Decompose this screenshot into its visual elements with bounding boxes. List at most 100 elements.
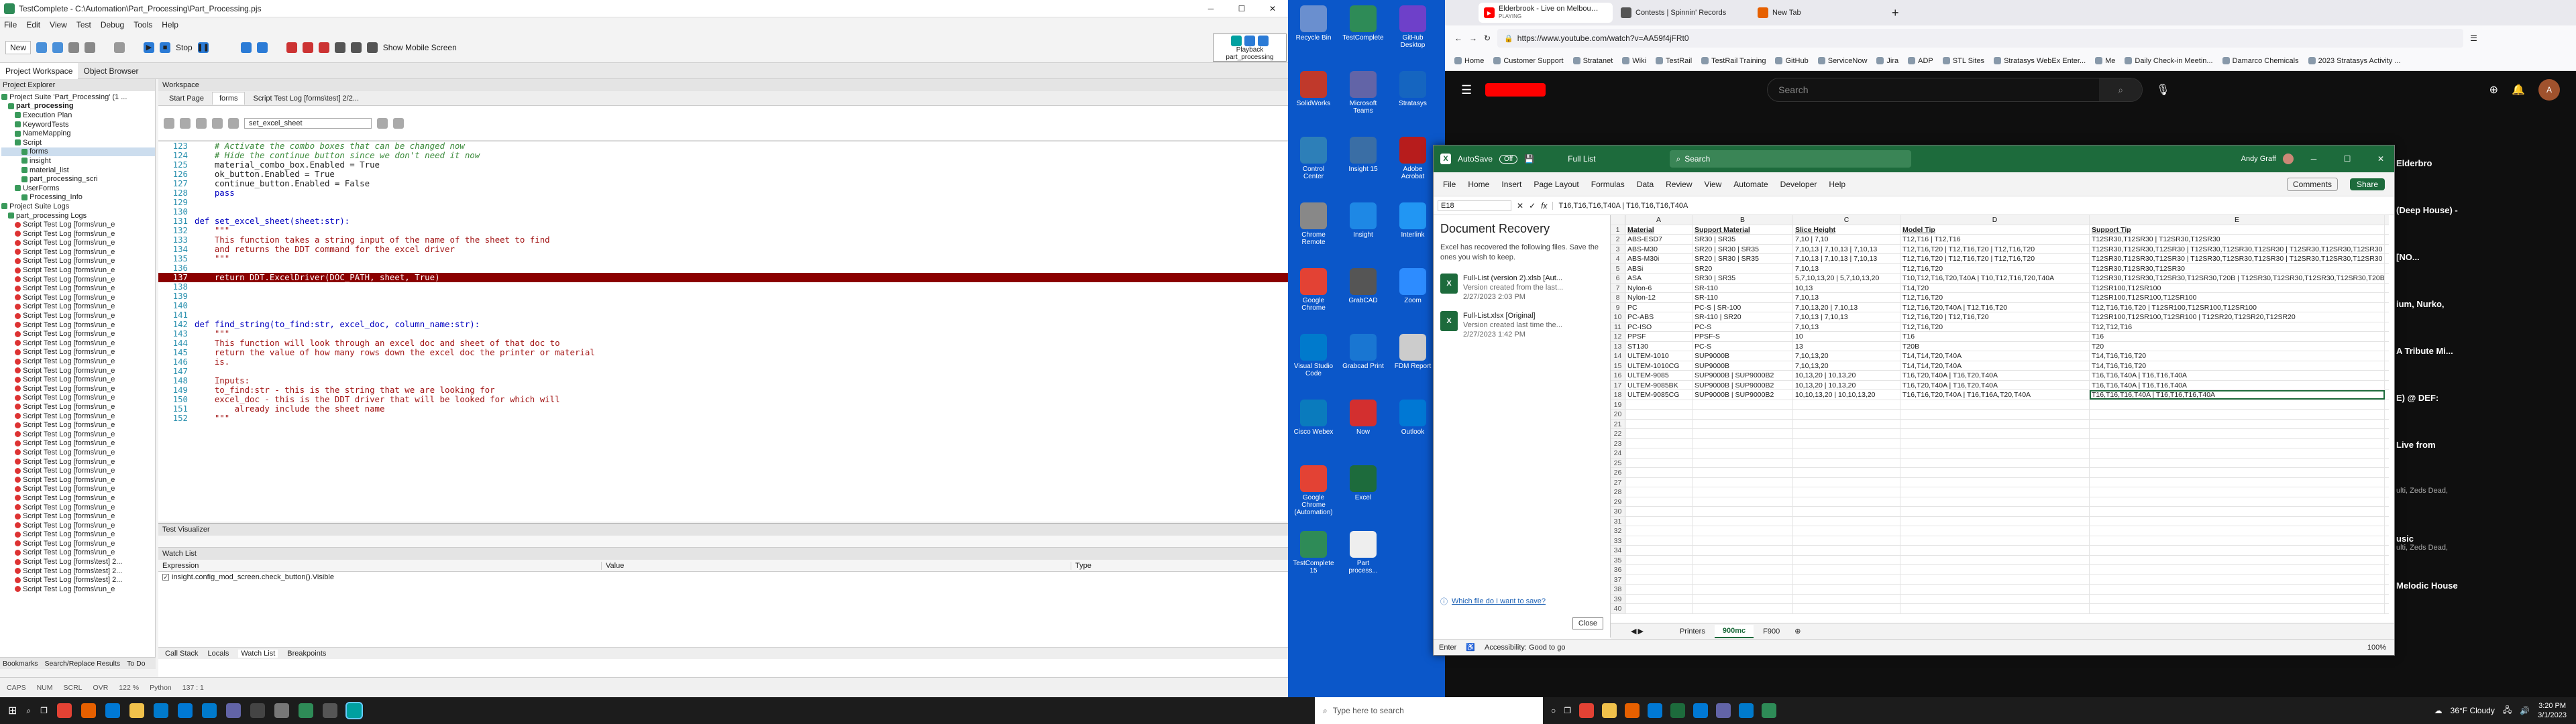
empty-cell[interactable] [1693, 546, 1793, 555]
row-header[interactable]: 18 [1611, 390, 1625, 400]
desktop-icon[interactable]: Zoom [1391, 268, 1434, 304]
code-line[interactable]: 135 """ [158, 254, 1288, 263]
tree-item[interactable]: Script Test Log [forms\run_e [1, 585, 155, 594]
table-cell[interactable]: ABS-M30i [1625, 254, 1693, 263]
toggle-breakpoint-icon[interactable] [302, 42, 313, 53]
tree-item[interactable]: Script Test Log [forms\run_e [1, 257, 155, 266]
tree-item[interactable]: Script Test Log [forms\run_e [1, 275, 155, 284]
selected-cell[interactable]: T16,T16,T16,T40A | T16,T16,T16,T40A [2090, 390, 2385, 400]
empty-cell[interactable] [1693, 468, 1793, 477]
empty-cell[interactable] [1693, 526, 1793, 536]
desktop-icon[interactable]: Insight 15 [1342, 137, 1385, 173]
editor-nav-back-icon[interactable] [164, 117, 174, 129]
weather-icon[interactable]: ☁ [2434, 706, 2443, 715]
doc-tab-start-page[interactable]: Start Page [162, 93, 211, 105]
code-editor[interactable]: 123 # Activate the combo boxes that can … [158, 141, 1288, 508]
table-cell[interactable]: T12,T16,T20 [1900, 293, 2090, 302]
row-header[interactable]: 16 [1611, 371, 1625, 380]
stop-button[interactable]: Stop [176, 43, 193, 52]
start-icon[interactable]: ⊞ [8, 704, 17, 717]
maximize-icon[interactable]: ☐ [1226, 4, 1257, 13]
empty-cell[interactable] [1625, 429, 1693, 438]
row-header[interactable]: 13 [1611, 341, 1625, 351]
table-cell[interactable]: PPSF [1625, 332, 1693, 341]
column-header[interactable]: D [1900, 215, 2090, 225]
name-box[interactable]: E18 [1438, 200, 1511, 211]
table-cell[interactable]: T16 [1900, 332, 2090, 341]
empty-cell[interactable] [1625, 516, 1693, 526]
desktop-icon[interactable]: Excel [1342, 465, 1385, 501]
empty-cell[interactable] [1793, 410, 1900, 419]
empty-cell[interactable] [2090, 594, 2385, 603]
empty-cell[interactable] [1693, 410, 1793, 419]
menu-test[interactable]: Test [76, 20, 91, 29]
empty-cell[interactable] [1900, 487, 2090, 497]
recovery-close-button[interactable]: Close [1572, 617, 1603, 629]
uncomment-icon[interactable] [212, 117, 223, 129]
tree-item[interactable]: Script Test Log [forms\test] 2... [1, 575, 155, 585]
comments-button[interactable]: Comments [2286, 177, 2338, 191]
table-cell[interactable]: T16,T16,T20,T40A | T16,T16A,T20,T40A [1900, 390, 2090, 400]
taskbar-search-box[interactable]: ⌕ Type here to search [1315, 697, 1543, 724]
outlook-taskbar-icon[interactable] [177, 703, 193, 718]
comment-icon[interactable] [196, 117, 207, 129]
empty-cell[interactable] [1900, 516, 2090, 526]
row-header[interactable]: 26 [1611, 468, 1625, 477]
back-icon[interactable]: ← [1454, 34, 1462, 43]
table-cell[interactable]: ULTEM-1010CG [1625, 361, 1693, 370]
code-line[interactable]: 143 """ [158, 329, 1288, 339]
row-header[interactable]: 7 [1611, 283, 1625, 292]
desktop-icon[interactable]: SolidWorks [1292, 71, 1335, 107]
tree-item[interactable]: NameMapping [1, 129, 155, 138]
table-cell[interactable]: ULTEM-9085CG [1625, 390, 1693, 400]
table-cell[interactable]: ST130 [1625, 341, 1693, 351]
up-next-item[interactable]: Elderbro [2395, 158, 2576, 205]
up-next-item[interactable]: (Deep House) - [2395, 205, 2576, 252]
empty-cell[interactable] [2090, 400, 2385, 409]
extensions-icon[interactable]: ☰ [2470, 34, 2477, 43]
go-to-icon[interactable] [377, 117, 388, 129]
table-cell[interactable]: T12,T16 | T12,T16 [1900, 235, 2090, 244]
tab-watch-list[interactable]: Watch List [238, 649, 278, 658]
hamburger-menu-icon[interactable]: ☰ [1461, 83, 1472, 97]
cancel-formula-icon[interactable]: ✕ [1517, 201, 1523, 210]
tree-item[interactable]: part_processing Logs [1, 211, 155, 221]
table-cell[interactable]: 7,10,13 | 7,10,13 | 7,10,13 [1793, 254, 1900, 263]
table-cell[interactable]: 7,10,13 | 7,10,13 | 7,10,13 [1793, 244, 1900, 253]
row-header[interactable]: 30 [1611, 507, 1625, 516]
empty-cell[interactable] [1793, 487, 1900, 497]
tab-search-replace[interactable]: Search/Replace Results [45, 660, 121, 668]
empty-cell[interactable] [1900, 438, 2090, 448]
desktop-icon[interactable]: TestComplete 15 [1292, 531, 1335, 575]
firefox-taskbar-icon[interactable] [80, 703, 96, 718]
task-view-icon[interactable]: ❐ [40, 706, 48, 715]
desktop-icon[interactable]: Interlink [1391, 202, 1434, 239]
table-cell[interactable]: T16,T20,T40A | T16,T20,T40A [1900, 380, 2090, 389]
desktop-icon[interactable]: Recycle Bin [1292, 5, 1335, 42]
empty-cell[interactable] [1625, 575, 1693, 584]
tree-item[interactable]: UserForms [1, 184, 155, 193]
tree-item[interactable]: Script Test Log [forms\run_e [1, 302, 155, 312]
table-cell[interactable]: T16 [2090, 332, 2385, 341]
empty-cell[interactable] [1693, 575, 1793, 584]
empty-cell[interactable] [1625, 565, 1693, 575]
ribbon-page-layout[interactable]: Page Layout [1534, 180, 1578, 189]
doc-tab-test-log[interactable]: Script Test Log [forms\test] 2/2... [246, 93, 366, 105]
show-mobile-screen-button[interactable]: Show Mobile Screen [383, 43, 457, 52]
ribbon-home[interactable]: Home [1468, 180, 1489, 189]
table-cell[interactable]: SR30 | SR35 [1693, 235, 1793, 244]
empty-cell[interactable] [1900, 526, 2090, 536]
sheet-tab-printers[interactable]: Printers [1672, 625, 1713, 638]
excel-minimize-icon[interactable]: ─ [2300, 154, 2327, 164]
taskbar-clock[interactable]: 3:20 PM 3/1/2023 [2538, 701, 2567, 720]
tree-item[interactable]: Script Test Log [forms\run_e [1, 265, 155, 275]
row-header[interactable]: 38 [1611, 585, 1625, 594]
row-header[interactable]: 22 [1611, 429, 1625, 438]
tree-item[interactable]: Script Test Log [forms\run_e [1, 412, 155, 421]
select-all-corner[interactable] [1611, 215, 1625, 225]
tree-item[interactable]: Script Test Log [forms\run_e [1, 366, 155, 375]
network-icon[interactable]: 🖧 [2503, 704, 2512, 718]
empty-cell[interactable] [1693, 594, 1793, 603]
cortana-icon[interactable]: ○ [1551, 706, 1556, 715]
code-line[interactable]: 150 excel_doc - this is the DDT driver t… [158, 395, 1288, 404]
